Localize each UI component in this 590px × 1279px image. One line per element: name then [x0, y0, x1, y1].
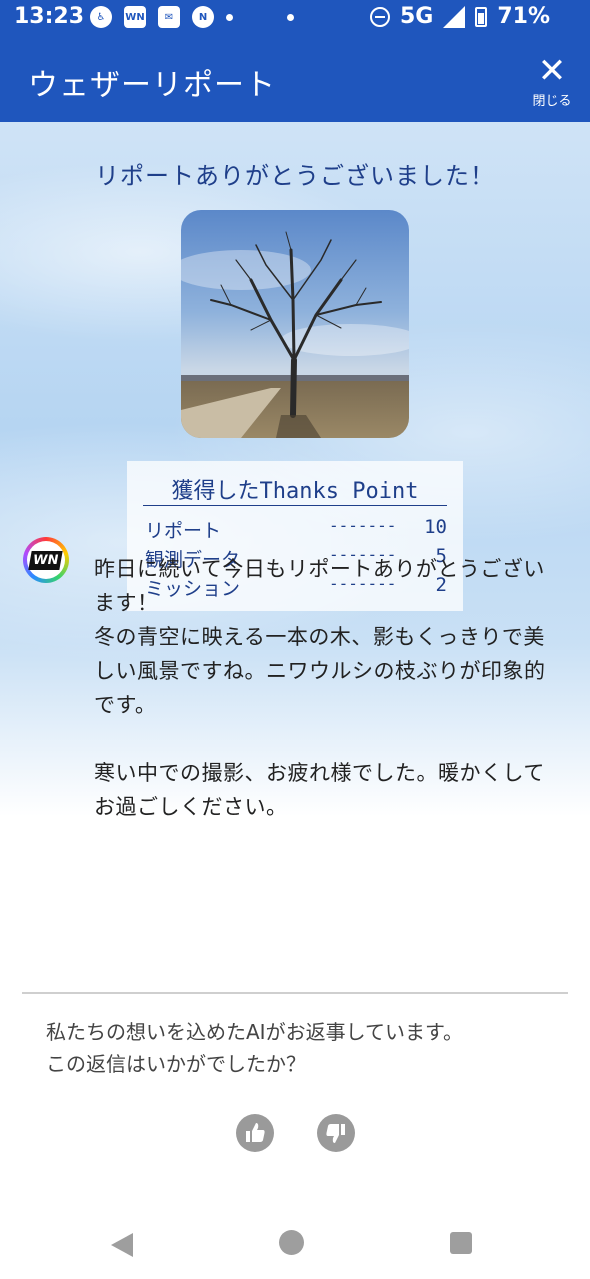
notification-icons: ♿ WN ✉ N	[90, 6, 294, 28]
nhk-icon: N	[192, 6, 214, 28]
signal-icon	[443, 5, 466, 28]
network-type: 5G	[399, 4, 434, 29]
home-icon[interactable]	[279, 1230, 304, 1255]
points-title: 獲得したThanks Point	[143, 473, 447, 506]
points-row-report: リポート ------- 10	[145, 516, 447, 544]
page-title: ウェザーリポート	[28, 68, 276, 103]
battery-icon	[475, 6, 488, 27]
battery-percent: 71%	[497, 4, 550, 29]
divider	[22, 992, 568, 994]
thumbs-up-button[interactable]	[236, 1114, 274, 1152]
points-value: 10	[424, 516, 447, 538]
status-time: 13:23	[14, 4, 85, 29]
dot-icon	[287, 13, 294, 21]
message-paragraph: 寒い中での撮影、お疲れ様でした。暖かくしてお過ごしください。	[94, 761, 545, 819]
do-not-disturb-icon	[369, 6, 390, 27]
wni-logo-icon: WN	[28, 550, 64, 570]
system-nav-bar	[0, 1200, 590, 1279]
app-bar: ウェザーリポート ✕ 閉じる	[0, 36, 590, 122]
thanks-title: リポートありがとうございました！	[95, 162, 495, 190]
back-icon[interactable]	[111, 1233, 133, 1257]
mail-icon: ✉	[158, 6, 180, 28]
thumbs-down-icon	[326, 1124, 345, 1143]
avatar: WN	[23, 537, 69, 583]
thumbs-down-button[interactable]	[317, 1114, 355, 1152]
tree-photo-icon	[181, 231, 409, 438]
close-icon: ✕	[537, 51, 567, 91]
accessibility-icon: ♿	[90, 6, 112, 28]
status-bar: 13:23 ♿ WN ✉ N 5G 71%	[0, 0, 590, 36]
ai-reply-message: 昨日に続いて今日もリポートありがとうございます！ 冬の青空に映える一本の木、影も…	[94, 552, 564, 824]
message-paragraph: 昨日に続いて今日もリポートありがとうございます！	[94, 557, 545, 615]
wni-icon: WN	[124, 6, 146, 28]
message-spacer	[94, 722, 564, 756]
points-label: リポート	[145, 520, 222, 542]
thumbs-up-icon	[246, 1123, 265, 1142]
close-label: 閉じる	[532, 94, 572, 109]
message-paragraph: 冬の青空に映える一本の木、影もくっきりで美しい風景ですね。ニワウルシの枝ぶりが印…	[94, 625, 546, 717]
close-button[interactable]: ✕ 閉じる	[528, 52, 576, 112]
feedback-line: この返信はいかがでしたか？	[46, 1052, 306, 1076]
feedback-prompt: 私たちの想いを込めたAIがお返事しています。 この返信はいかがでしたか？	[46, 1016, 566, 1080]
feedback-line: 私たちの想いを込めたAIがお返事しています。	[46, 1020, 463, 1044]
system-icons: 5G 71%	[369, 4, 550, 29]
recent-apps-icon[interactable]	[450, 1232, 472, 1254]
dot-icon	[226, 13, 233, 21]
points-dashes: -------	[329, 516, 397, 535]
report-photo[interactable]	[181, 210, 409, 438]
